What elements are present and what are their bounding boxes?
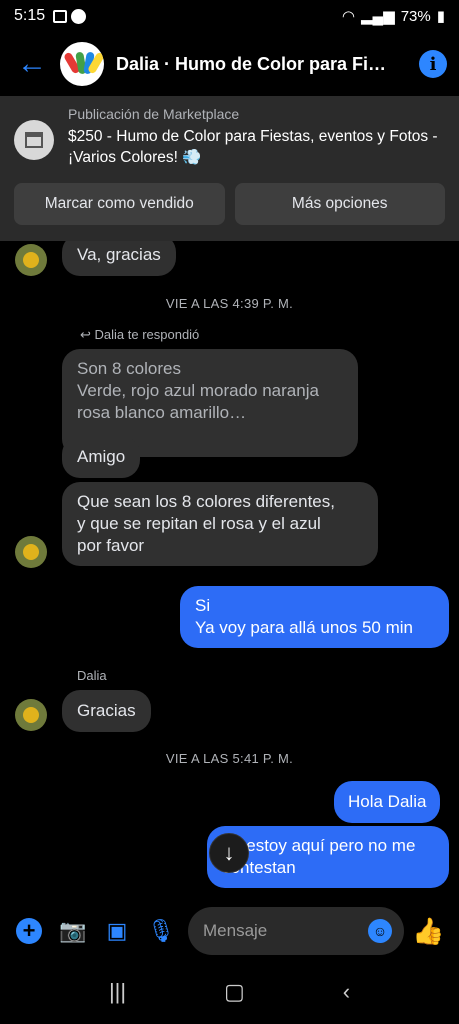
sender-avatar[interactable] bbox=[15, 536, 47, 568]
message-line: y que se repitan el rosa y el azul bbox=[77, 514, 321, 533]
recent-apps-icon[interactable]: ||| bbox=[109, 979, 126, 1005]
listing-title[interactable]: $250 - Humo de Color para Fiestas, event… bbox=[68, 126, 445, 168]
signal-icon: ▂▄▆ bbox=[361, 8, 395, 25]
message-bubble[interactable]: Va, gracias bbox=[62, 241, 176, 276]
message-line: Ya voy para allá unos 50 min bbox=[195, 618, 413, 637]
chat-header: ← Dalia · Humo de Color para Fiestas, ev… bbox=[0, 32, 459, 96]
message-input[interactable] bbox=[203, 921, 368, 941]
sender-name: Dalia bbox=[77, 668, 107, 683]
back-arrow-icon[interactable]: ← bbox=[12, 44, 52, 84]
battery-icon: ▮ bbox=[436, 8, 445, 25]
status-time: 5:15 bbox=[14, 7, 46, 24]
emoji-icon[interactable]: ☺ bbox=[368, 919, 392, 943]
my-message-bubble[interactable]: Hola Dalia bbox=[334, 781, 441, 823]
marketplace-label: Publicación de Marketplace bbox=[68, 106, 240, 122]
chat-title[interactable]: Dalia · Humo de Color para Fiestas, even… bbox=[116, 54, 396, 75]
mark-as-sold-button[interactable]: Marcar como vendido bbox=[14, 183, 225, 225]
quoted-line: Son 8 colores bbox=[77, 359, 181, 378]
sender-avatar[interactable] bbox=[15, 244, 47, 276]
back-nav-icon[interactable]: ‹ bbox=[343, 979, 350, 1005]
wifi-icon: ◠ bbox=[341, 8, 355, 25]
thumbs-up-icon[interactable]: 👍 bbox=[412, 916, 444, 947]
message-line: contestan bbox=[222, 858, 296, 877]
facebook-notification-icon bbox=[71, 8, 87, 24]
message-input-wrapper: ☺ bbox=[188, 907, 404, 955]
battery-level: 73% bbox=[400, 7, 431, 25]
timestamp: VIE A LAS 5:41 P. M. bbox=[165, 751, 294, 766]
sender-avatar[interactable] bbox=[15, 699, 47, 731]
gallery-icon[interactable]: ▣ bbox=[99, 913, 135, 949]
scroll-to-bottom-button[interactable]: ↓ bbox=[209, 833, 249, 873]
marketplace-panel: Publicación de Marketplace $250 - Humo d… bbox=[0, 96, 459, 241]
status-bar: 5:15 ◠ ▂▄▆ 73% ▮ bbox=[0, 0, 459, 32]
microphone-icon[interactable]: 🎙 bbox=[143, 913, 179, 949]
info-icon[interactable]: i bbox=[419, 50, 447, 78]
message-bubble[interactable]: Que sean los 8 colores diferentes, y que… bbox=[62, 482, 378, 566]
message-line: Ya estoy aquí pero no me bbox=[222, 836, 416, 855]
quoted-line: rosa blanco amarillo… bbox=[77, 403, 247, 422]
store-icon bbox=[14, 120, 54, 160]
home-icon[interactable]: ▢ bbox=[224, 979, 245, 1005]
message-bubble[interactable]: Gracias bbox=[62, 690, 151, 732]
timestamp: VIE A LAS 4:39 P. M. bbox=[165, 296, 294, 311]
system-nav-bar: ||| ▢ ‹ bbox=[0, 960, 459, 1024]
contact-avatar[interactable] bbox=[60, 42, 104, 86]
gallery-notification-icon bbox=[53, 9, 68, 23]
reply-note: ↩ Dalia te respondió bbox=[80, 327, 200, 342]
composer-bar: + 📷 ▣ 🎙 ☺ 👍 bbox=[0, 903, 459, 959]
camera-icon[interactable]: 📷 bbox=[55, 913, 91, 949]
my-message-bubble[interactable]: Si Ya voy para allá unos 50 min bbox=[180, 586, 449, 648]
quoted-line: Verde, rojo azul morado naranja bbox=[77, 381, 319, 400]
message-line: Que sean los 8 colores diferentes, bbox=[77, 492, 335, 511]
message-list[interactable]: Va, gracias VIE A LAS 4:39 P. M. ↩ Dalia… bbox=[0, 241, 459, 901]
message-line: por favor bbox=[77, 536, 145, 555]
message-bubble[interactable]: Amigo bbox=[62, 436, 141, 478]
message-line: Si bbox=[195, 596, 211, 615]
more-options-button[interactable]: Más opciones bbox=[234, 183, 445, 225]
plus-icon[interactable]: + bbox=[11, 913, 47, 949]
